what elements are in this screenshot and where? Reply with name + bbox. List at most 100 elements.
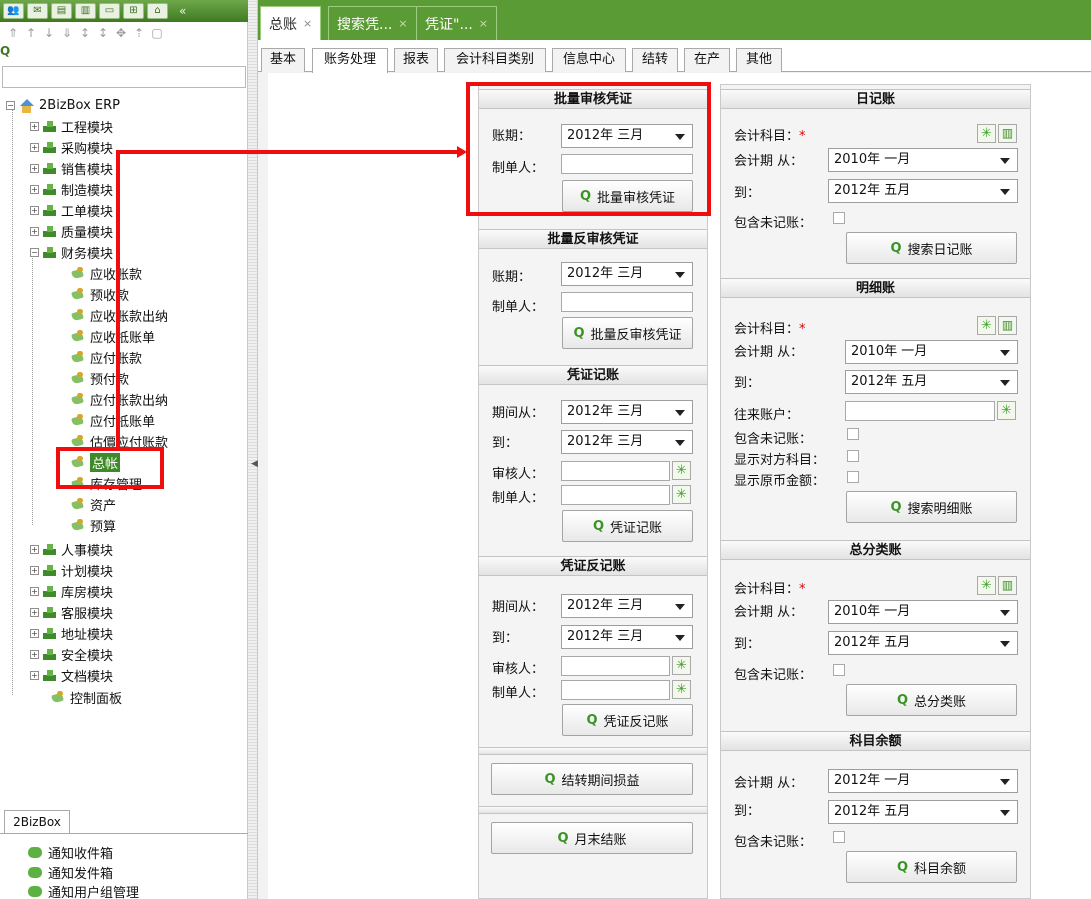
sort-desc-icon[interactable]: ↕ bbox=[96, 26, 110, 40]
expand-toggle-icon[interactable]: + bbox=[30, 164, 39, 173]
bottom-tab-2bizbox[interactable]: 2BizBox bbox=[4, 810, 70, 834]
auditor-input[interactable] bbox=[561, 461, 670, 481]
tree-module[interactable]: + 计划模块 bbox=[30, 560, 113, 581]
move-down-icon[interactable]: ↓ bbox=[42, 26, 56, 40]
maker-input[interactable] bbox=[561, 485, 670, 505]
tree-module[interactable]: + 销售模块 bbox=[30, 158, 113, 179]
to-select[interactable]: 2012年 三月 bbox=[561, 625, 693, 649]
expand-toggle-icon[interactable]: + bbox=[30, 206, 39, 215]
batch-unaudit-button[interactable]: Q 批量反审核凭证 bbox=[562, 317, 693, 349]
post-button[interactable]: Q 凭证记账 bbox=[562, 510, 693, 542]
expand-toggle-icon[interactable]: + bbox=[30, 185, 39, 194]
expand-toggle-icon[interactable]: + bbox=[30, 227, 39, 236]
splitter[interactable] bbox=[248, 0, 258, 899]
trash-icon[interactable]: ▥ bbox=[998, 124, 1017, 143]
picker-icon[interactable]: ✳ bbox=[672, 461, 691, 480]
tree-module-finance[interactable]: − 财务模块 bbox=[30, 242, 113, 263]
maker-input[interactable] bbox=[561, 292, 693, 312]
tree-item[interactable]: 资产 bbox=[70, 494, 116, 515]
unposted-checkbox[interactable] bbox=[833, 212, 845, 224]
transfer-pl-button[interactable]: Q 结转期间损益 bbox=[491, 763, 693, 795]
month-end-button[interactable]: Q 月末结账 bbox=[491, 822, 693, 854]
tab-reports[interactable]: 报表 bbox=[394, 48, 438, 72]
unposted-checkbox[interactable] bbox=[833, 831, 845, 843]
picker-icon[interactable]: ✳ bbox=[977, 124, 996, 143]
expand-toggle-icon[interactable]: + bbox=[30, 671, 39, 680]
picker-icon[interactable]: ✳ bbox=[672, 680, 691, 699]
close-icon[interactable]: × bbox=[479, 17, 488, 30]
to-select[interactable]: 2012年 五月 bbox=[828, 631, 1018, 655]
tree-item-control-panel[interactable]: 控制面板 bbox=[50, 687, 122, 708]
refresh-icon[interactable]: ▢ bbox=[150, 26, 164, 40]
tree-module[interactable]: + 库房模块 bbox=[30, 581, 113, 602]
unposted-checkbox[interactable] bbox=[847, 428, 859, 440]
users-icon[interactable]: 👥 bbox=[3, 3, 24, 19]
search-detail-button[interactable]: Q 搜索明细账 bbox=[846, 491, 1017, 523]
tree-module[interactable]: + 安全模块 bbox=[30, 644, 113, 665]
tab-in-progress[interactable]: 在产 bbox=[684, 48, 730, 72]
tree-search-input[interactable] bbox=[2, 66, 246, 88]
from-select[interactable]: 2012年 三月 bbox=[561, 400, 693, 424]
maker-input[interactable] bbox=[561, 680, 670, 700]
to-select[interactable]: 2012年 三月 bbox=[561, 430, 693, 454]
document-icon[interactable]: ▤ bbox=[51, 3, 72, 19]
picker-icon[interactable]: ✳ bbox=[977, 316, 996, 335]
tree-module[interactable]: + 地址模块 bbox=[30, 623, 113, 644]
collapse-left-icon[interactable]: ◀ bbox=[251, 459, 258, 469]
tree-root[interactable]: − 2BizBox ERP bbox=[6, 95, 120, 116]
from-select[interactable]: 2010年 一月 bbox=[845, 340, 1018, 364]
trash-icon[interactable]: ▥ bbox=[998, 576, 1017, 595]
tab-accounting[interactable]: 账务处理 bbox=[312, 48, 388, 73]
move-bottom-icon[interactable]: ⇓ bbox=[60, 26, 74, 40]
tree-module[interactable]: + 制造模块 bbox=[30, 179, 113, 200]
close-icon[interactable]: × bbox=[303, 17, 312, 30]
expand-toggle-icon[interactable]: + bbox=[30, 143, 39, 152]
close-icon[interactable]: × bbox=[398, 17, 407, 30]
expand-toggle-icon[interactable]: + bbox=[30, 587, 39, 596]
expand-toggle-icon[interactable]: + bbox=[30, 629, 39, 638]
notify-outbox[interactable]: 通知发件箱 bbox=[28, 863, 113, 882]
expand-icon[interactable]: ✥ bbox=[114, 26, 128, 40]
tree-module[interactable]: + 质量模块 bbox=[30, 221, 113, 242]
picker-icon[interactable]: ✳ bbox=[997, 401, 1016, 420]
tree-item[interactable]: 预算 bbox=[70, 515, 116, 536]
tree-module[interactable]: + 客服模块 bbox=[30, 602, 113, 623]
expand-toggle-icon[interactable]: + bbox=[30, 545, 39, 554]
tree-module[interactable]: + 人事模块 bbox=[30, 539, 113, 560]
home-icon[interactable]: ⌂ bbox=[147, 3, 168, 19]
tab-voucher[interactable]: 凭证"... × bbox=[416, 6, 498, 40]
original-currency-checkbox[interactable] bbox=[847, 471, 859, 483]
notify-inbox[interactable]: 通知收件箱 bbox=[28, 843, 113, 862]
tab-info-center[interactable]: 信息中心 bbox=[552, 48, 626, 72]
tree-item[interactable]: 应收抵账单 bbox=[70, 326, 155, 347]
to-select[interactable]: 2012年 五月 bbox=[828, 800, 1018, 824]
chart-icon[interactable]: ▥ bbox=[75, 3, 96, 19]
org-icon[interactable]: ⊞ bbox=[123, 3, 144, 19]
tree-item[interactable]: 应付抵账单 bbox=[70, 410, 155, 431]
sort-asc-icon[interactable]: ↕ bbox=[78, 26, 92, 40]
collapse-icon[interactable]: « bbox=[179, 4, 186, 18]
from-select[interactable]: 2012年 三月 bbox=[561, 594, 693, 618]
partner-input[interactable] bbox=[845, 401, 995, 421]
tree-module[interactable]: + 文档模块 bbox=[30, 665, 113, 686]
period-select[interactable]: 2012年 三月 bbox=[561, 262, 693, 286]
tree-item[interactable]: 预付款 bbox=[70, 368, 129, 389]
from-select[interactable]: 2012年 一月 bbox=[828, 769, 1018, 793]
tab-search-voucher[interactable]: 搜索凭... × bbox=[328, 6, 417, 40]
tab-basic[interactable]: 基本 bbox=[261, 48, 305, 72]
tree-module[interactable]: + 采购模块 bbox=[30, 137, 113, 158]
tree-item[interactable]: 应付账款 bbox=[70, 347, 142, 368]
ledger-button[interactable]: Q 总分类账 bbox=[846, 684, 1017, 716]
move-top-icon[interactable]: ⇑ bbox=[6, 26, 20, 40]
counter-account-checkbox[interactable] bbox=[847, 450, 859, 462]
tree-module[interactable]: + 工单模块 bbox=[30, 200, 113, 221]
balance-button[interactable]: Q 科目余额 bbox=[846, 851, 1017, 883]
unpost-button[interactable]: Q 凭证反记账 bbox=[562, 704, 693, 736]
expand-toggle-icon[interactable]: + bbox=[30, 608, 39, 617]
collapse-toggle-icon[interactable]: − bbox=[6, 101, 15, 110]
window-icon[interactable]: ▭ bbox=[99, 3, 120, 19]
mail-icon[interactable]: ✉ bbox=[27, 3, 48, 19]
expand-toggle-icon[interactable]: + bbox=[30, 566, 39, 575]
notify-group-admin[interactable]: 通知用户组管理 bbox=[28, 882, 139, 899]
picker-icon[interactable]: ✳ bbox=[977, 576, 996, 595]
